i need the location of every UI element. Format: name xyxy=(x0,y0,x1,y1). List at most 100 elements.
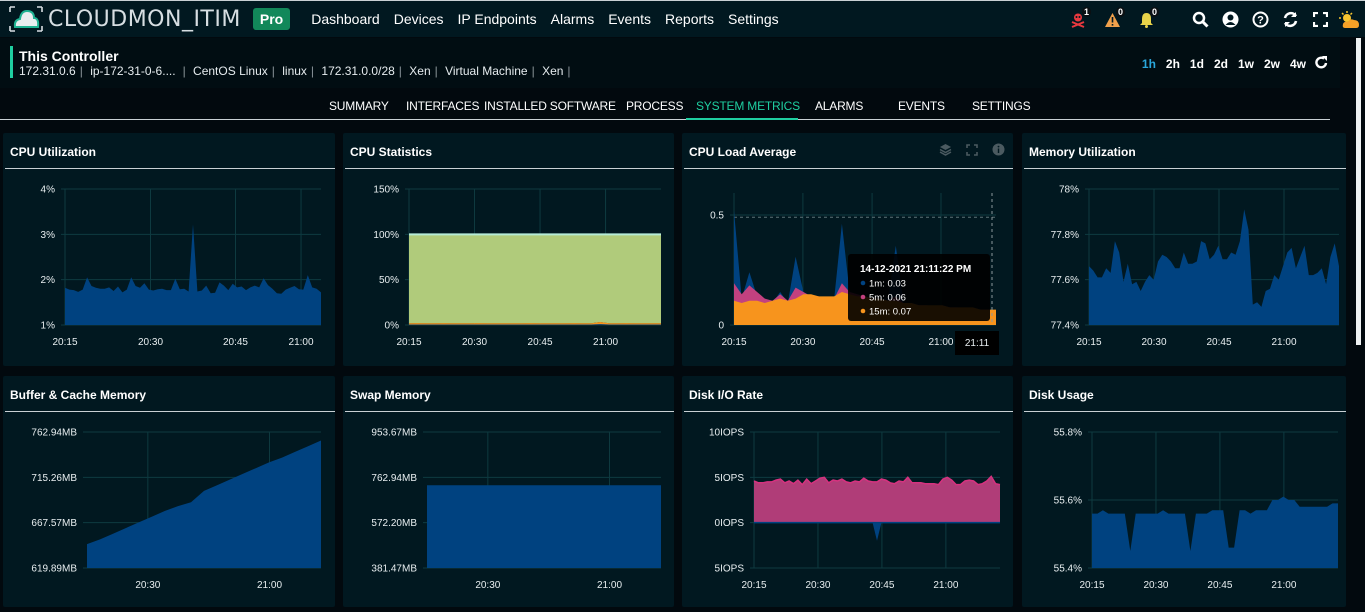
buffer-cache-memory-chart[interactable]: 762.94MB 715.26MB 667.57MB 619.89MB 20:30 21:… xyxy=(3,412,335,607)
tab-events[interactable]: EVENTS xyxy=(898,99,945,113)
notification-alerts-button[interactable]: 0 xyxy=(1129,6,1163,32)
disk-usage-chart[interactable]: 55.8% 55.6% 55.4% 20:15 20:30 20:45 21:00 xyxy=(1022,412,1346,607)
y-tick-label: 77.8% xyxy=(1051,230,1079,241)
app-logo[interactable]: CLOUDMON_ITIM xyxy=(6,3,241,35)
card-title: CPU Utilization xyxy=(10,145,96,159)
y-tick-label: 762.94MB xyxy=(31,428,77,439)
tab-summary[interactable]: SUMMARY xyxy=(329,99,389,113)
y-tick-label: 953.67MB xyxy=(371,428,417,439)
series-area-write xyxy=(754,522,1000,541)
nav-ip-endpoints[interactable]: IP Endpoints xyxy=(458,11,537,27)
x-tick-label: 20:45 xyxy=(860,337,885,348)
series-area-swap xyxy=(427,485,661,568)
device-hostname[interactable]: ip-172-31-0-6.... xyxy=(90,64,175,78)
separator: | xyxy=(79,64,83,78)
svg-text:?: ? xyxy=(1257,15,1264,27)
y-tick-label: 55.4% xyxy=(1054,564,1082,575)
tooltip-legend-dot xyxy=(860,294,866,300)
x-tick-label: 20:30 xyxy=(135,580,160,591)
tab-system-metrics[interactable]: SYSTEM METRICS xyxy=(696,99,800,113)
y-tick-label: 78% xyxy=(1059,185,1079,196)
nav-alarms[interactable]: Alarms xyxy=(551,11,595,27)
page-scrollbar[interactable] xyxy=(1356,38,1361,345)
tab-interfaces[interactable]: INTERFACES xyxy=(406,99,480,113)
tab-alarms[interactable]: ALARMS xyxy=(815,99,863,113)
reload-button[interactable] xyxy=(1315,56,1328,72)
y-tick-label: 667.57MB xyxy=(31,518,77,529)
critical-alerts-button[interactable]: 1 xyxy=(1061,6,1095,32)
tooltip-row: 15m: 0.07 xyxy=(869,307,911,318)
fullscreen-button[interactable] xyxy=(1305,8,1335,32)
card-title: CPU Load Average xyxy=(689,145,797,159)
range-2d[interactable]: 2d xyxy=(1214,57,1228,71)
cpu-load-average-card: CPU Load Average 0.5 0 20:15 20:30 20:45 21:00… xyxy=(682,133,1013,366)
expand-icon xyxy=(966,144,978,156)
tooltip-legend-dot xyxy=(860,280,866,286)
range-2w[interactable]: 2w xyxy=(1264,57,1280,71)
x-tick-label: 20:30 xyxy=(138,337,163,348)
y-tick-label: 5IOPS xyxy=(715,564,745,575)
weather-button[interactable] xyxy=(1335,8,1365,32)
app-name: CLOUDMON_ITIM xyxy=(48,6,241,32)
user-profile-button[interactable] xyxy=(1215,8,1245,32)
device-vendor: Xen xyxy=(542,64,564,78)
info-button[interactable] xyxy=(992,143,1005,161)
y-tick-label: 381.47MB xyxy=(371,564,417,575)
sync-button[interactable] xyxy=(1275,8,1305,32)
y-tick-label: 50% xyxy=(379,275,399,286)
cpu-statistics-card: CPU Statistics 150% 100% 50% 0% 20:15 20:30 20:… xyxy=(343,133,674,366)
warning-alerts-button[interactable]: 0 xyxy=(1095,6,1129,32)
x-tick-label: 21:00 xyxy=(1271,337,1296,348)
y-tick-label: 55.8% xyxy=(1054,428,1082,439)
tab-process[interactable]: PROCESS xyxy=(626,99,683,113)
range-2h[interactable]: 2h xyxy=(1166,57,1180,71)
x-tick-label: 20:30 xyxy=(805,580,830,591)
tab-settings[interactable]: SETTINGS xyxy=(972,99,1031,113)
expand-button[interactable] xyxy=(966,143,978,161)
x-tick-label: 20:30 xyxy=(1143,580,1168,591)
separator: | xyxy=(531,64,535,78)
x-tick-label: 21:00 xyxy=(289,337,314,348)
disk-io-rate-chart[interactable]: 10IOPS 5IOPS 0IOPS 5IOPS 20:15 20:30 20:45 21:0… xyxy=(682,412,1013,607)
search-icon xyxy=(1192,11,1209,28)
range-1w[interactable]: 1w xyxy=(1238,57,1254,71)
separator: | xyxy=(434,64,438,78)
y-tick-label: 762.94MB xyxy=(371,473,417,484)
x-tick-label: 21:00 xyxy=(597,580,622,591)
layers-button[interactable] xyxy=(939,143,952,161)
range-1d[interactable]: 1d xyxy=(1190,57,1204,71)
weather-icon xyxy=(1339,10,1359,28)
device-os: CentOS Linux xyxy=(193,64,268,78)
nav-reports[interactable]: Reports xyxy=(665,11,714,27)
cpu-statistics-chart[interactable]: 150% 100% 50% 0% 20:15 20:30 20:45 21:00 xyxy=(343,169,674,366)
nav-devices[interactable]: Devices xyxy=(394,11,444,27)
x-tick-label: 20:15 xyxy=(1079,580,1104,591)
memory-utilization-chart[interactable]: 78% 77.8% 77.6% 77.4% 20:15 20:30 20:45 21:00 xyxy=(1022,169,1346,366)
x-tick-label: 20:15 xyxy=(1076,337,1101,348)
nav-settings[interactable]: Settings xyxy=(728,11,779,27)
help-button[interactable]: ? xyxy=(1245,8,1275,32)
y-tick-label: 55.6% xyxy=(1054,496,1082,507)
series-area-idle xyxy=(409,234,661,324)
nav-dashboard[interactable]: Dashboard xyxy=(311,11,380,27)
separator: | xyxy=(567,64,571,78)
top-icons: 1 0 0 ? xyxy=(1061,1,1365,38)
swap-memory-chart[interactable]: 953.67MB 762.94MB 572.20MB 381.47MB 20:30 21:… xyxy=(343,412,674,607)
range-1h[interactable]: 1h xyxy=(1142,57,1156,71)
separator: | xyxy=(310,64,315,78)
cpu-load-average-chart[interactable]: 0.5 0 20:15 20:30 20:45 21:00 14-12-2021 21:11… xyxy=(682,169,1013,366)
cpu-utilization-chart[interactable]: 4% 3% 2% 1% 20:15 20:30 20:45 21:00 xyxy=(3,169,335,366)
tab-installed-software[interactable]: INSTALLED SOFTWARE xyxy=(484,99,616,113)
range-4w[interactable]: 4w xyxy=(1290,57,1306,71)
x-tick-label: 21:00 xyxy=(1271,580,1296,591)
y-tick-label: 2% xyxy=(41,275,56,286)
critical-alert-count: 1 xyxy=(1081,6,1091,17)
nav-events[interactable]: Events xyxy=(608,11,651,27)
x-tick-label: 21:00 xyxy=(928,337,953,348)
info-icon xyxy=(992,143,1005,156)
device-type: Virtual Machine xyxy=(445,64,528,78)
device-tabs: SUMMARY INTERFACES INSTALLED SOFTWARE PR… xyxy=(0,90,1330,120)
search-button[interactable] xyxy=(1185,8,1215,32)
y-tick-label: 715.26MB xyxy=(31,473,77,484)
x-tick-label: 20:45 xyxy=(223,337,248,348)
